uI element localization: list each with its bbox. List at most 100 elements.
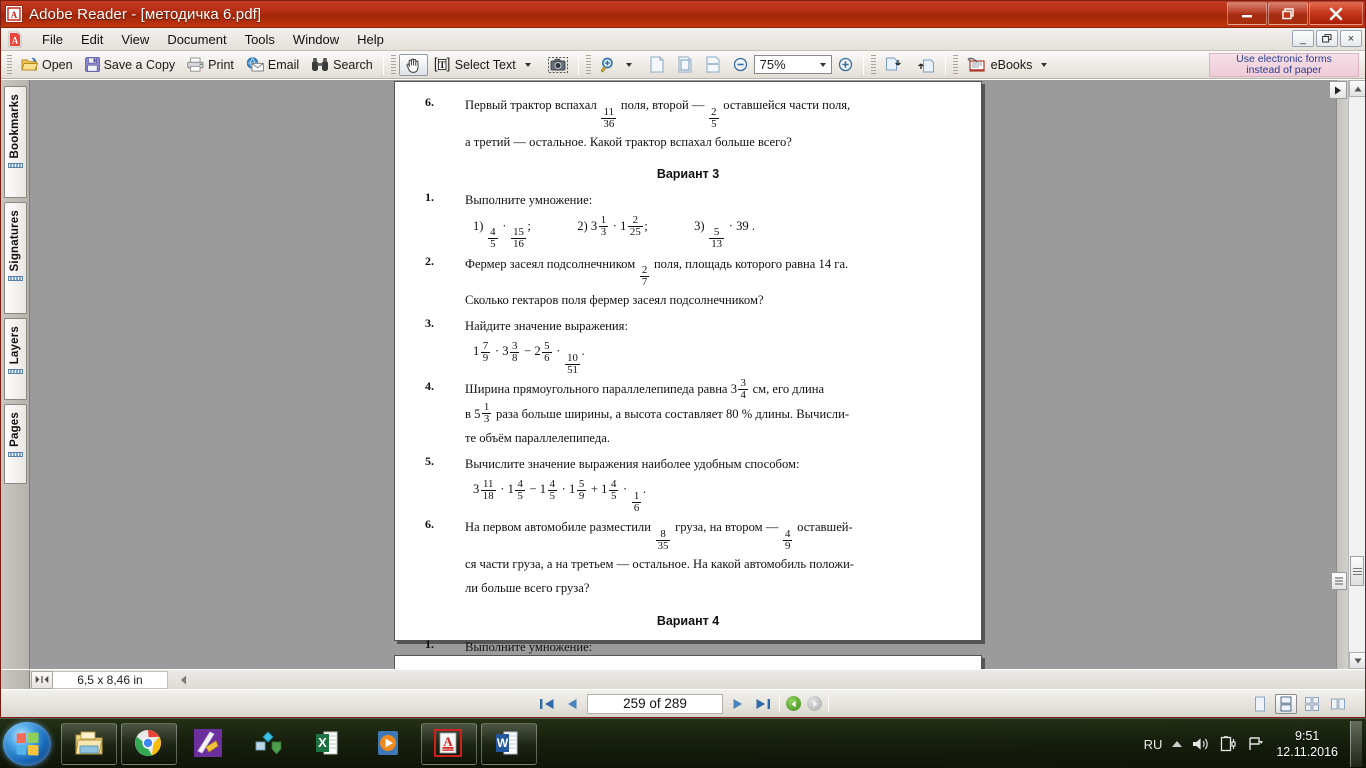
statusbar-collapse-icon[interactable] xyxy=(180,675,188,685)
next-page-button[interactable] xyxy=(729,697,747,711)
expression-row: 179 · 338 − 256 · 10 51. xyxy=(465,338,951,376)
battery-power-icon[interactable] xyxy=(1220,736,1238,752)
menu-window[interactable]: Window xyxy=(284,30,348,49)
fit-page-button[interactable] xyxy=(671,54,699,76)
mdi-close-button[interactable]: × xyxy=(1340,30,1362,47)
toolbar-grip-4[interactable] xyxy=(870,54,876,75)
sidebar-tab-bookmarks[interactable]: Bookmarks xyxy=(3,86,27,198)
taskbar-item-purple-app[interactable] xyxy=(181,723,237,765)
taskbar-item-explorer[interactable] xyxy=(61,722,117,765)
taskbar-item-word[interactable]: W xyxy=(481,722,537,765)
zoom-level-dropdown-icon[interactable] xyxy=(819,63,826,67)
adobe-reader-window: A Adobe Reader - [методичка 6.pdf] A Fil… xyxy=(0,0,1366,718)
ebooks-dropdown-icon[interactable] xyxy=(1041,62,1048,67)
volume-icon[interactable] xyxy=(1192,736,1210,752)
taskbar-item-adobe-reader[interactable]: A Adobe xyxy=(421,722,477,765)
toolbar-grip[interactable] xyxy=(7,54,12,75)
taskbar-item-network-app[interactable] xyxy=(241,723,297,765)
punct: . xyxy=(581,344,585,359)
zoom-tool-button[interactable] xyxy=(594,54,643,76)
action-center-flag-icon[interactable] xyxy=(1248,736,1266,752)
toolbar-grip-5[interactable] xyxy=(952,54,958,75)
mdi-restore-button[interactable] xyxy=(1316,30,1338,47)
select-text-button[interactable]: T Select Text xyxy=(428,54,542,76)
email-button[interactable]: Email xyxy=(240,54,305,76)
language-indicator[interactable]: RU xyxy=(1144,737,1163,752)
zoom-dropdown-icon[interactable] xyxy=(625,62,632,67)
word-icon: W xyxy=(494,729,524,759)
magnifier-icon xyxy=(600,57,617,73)
maximize-restore-button[interactable] xyxy=(1268,2,1308,25)
text-fragment: Выполните умножение: xyxy=(465,639,593,654)
previous-page-button[interactable] xyxy=(563,697,581,711)
view-mode-single-page[interactable] xyxy=(1249,694,1271,714)
save-a-copy-button[interactable]: Save a Copy xyxy=(79,54,182,76)
fit-width-button[interactable] xyxy=(699,54,727,76)
scroll-up-arrow[interactable] xyxy=(1349,80,1365,97)
next-view-button[interactable] xyxy=(910,54,941,76)
fraction: 56 xyxy=(542,339,552,364)
page-blank-icon xyxy=(649,56,665,73)
sidebar-tab-signatures[interactable]: Signatures xyxy=(3,202,27,314)
document-viewer[interactable]: 6. Первый трактор вспахал 11 36 поля, вто… xyxy=(30,80,1365,669)
first-page-button[interactable] xyxy=(537,697,557,711)
menu-help[interactable]: Help xyxy=(348,30,393,49)
show-navigation-pane-button[interactable] xyxy=(1329,81,1347,99)
show-hidden-icons-icon[interactable] xyxy=(1172,741,1183,747)
clock-area[interactable]: 9:51 12.11.2016 xyxy=(1276,728,1338,760)
page-indicator-value: 259 of 289 xyxy=(623,696,687,711)
taskbar-item-media-player[interactable] xyxy=(361,723,417,765)
view-mode-continuous[interactable] xyxy=(1275,693,1297,714)
menu-document[interactable]: Document xyxy=(158,30,235,49)
go-forward-button[interactable] xyxy=(807,696,822,711)
taskbar-item-chrome[interactable] xyxy=(121,722,177,765)
system-tray: RU 9:51 12.11.2016 xyxy=(1144,719,1366,768)
text-fragment: поля, второй — xyxy=(620,98,705,112)
vertical-scrollbar[interactable] xyxy=(1348,80,1365,669)
snapshot-tool-button[interactable] xyxy=(542,54,574,76)
select-text-dropdown-icon[interactable] xyxy=(524,62,531,67)
list-marker: 3) xyxy=(694,218,705,233)
go-back-button[interactable] xyxy=(786,696,801,711)
page-number-field[interactable]: 259 of 289 xyxy=(587,693,723,714)
toolbar-grip-3[interactable] xyxy=(585,54,591,75)
sidebar-tab-layers[interactable]: Layers xyxy=(3,318,27,400)
split-view-handle[interactable] xyxy=(1331,572,1347,590)
start-button[interactable] xyxy=(3,721,51,766)
scroll-down-arrow[interactable] xyxy=(1349,652,1365,669)
integer-part: 1 xyxy=(507,482,514,497)
open-button[interactable]: Open xyxy=(15,54,79,76)
pane-resize-handle[interactable] xyxy=(31,670,53,689)
promo-banner[interactable]: Use electronic forms instead of paper xyxy=(1209,53,1359,77)
acrobat-logo-icon: A xyxy=(5,30,25,49)
zoom-level-combobox[interactable]: 75% xyxy=(753,55,832,74)
menu-edit[interactable]: Edit xyxy=(72,30,112,49)
punct: ; xyxy=(527,218,531,233)
zoom-out-button[interactable] xyxy=(727,54,754,76)
sidebar-tab-pages[interactable]: Pages xyxy=(3,404,27,484)
minimize-button[interactable] xyxy=(1227,2,1267,25)
menu-view[interactable]: View xyxy=(112,30,158,49)
ebooks-button[interactable]: eBooks xyxy=(961,54,1059,76)
windows-taskbar: X A Adobe W RU 9:51 12.11.2016 xyxy=(0,718,1366,768)
navbar-separator xyxy=(779,695,780,712)
last-page-button[interactable] xyxy=(753,697,773,711)
mdi-minimize-button[interactable]: _ xyxy=(1292,30,1314,47)
mdi-window-controls: _ × xyxy=(1292,30,1362,47)
zoom-in-button[interactable] xyxy=(832,54,859,76)
hand-tool-button[interactable] xyxy=(398,53,428,76)
print-button[interactable]: Print xyxy=(181,54,240,76)
close-button[interactable] xyxy=(1309,2,1363,25)
folder-icon xyxy=(74,729,104,759)
view-mode-continuous-facing[interactable] xyxy=(1327,694,1349,714)
menu-tools[interactable]: Tools xyxy=(236,30,284,49)
taskbar-item-excel[interactable]: X xyxy=(301,723,357,765)
view-mode-facing[interactable] xyxy=(1301,694,1323,714)
menu-file[interactable]: File xyxy=(33,30,72,49)
scrollbar-thumb[interactable] xyxy=(1350,556,1364,586)
show-desktop-button[interactable] xyxy=(1350,721,1362,767)
actual-size-button[interactable] xyxy=(643,54,671,76)
search-button[interactable]: Search xyxy=(305,54,379,76)
previous-view-button[interactable] xyxy=(879,54,910,76)
toolbar-grip-2[interactable] xyxy=(390,54,396,75)
